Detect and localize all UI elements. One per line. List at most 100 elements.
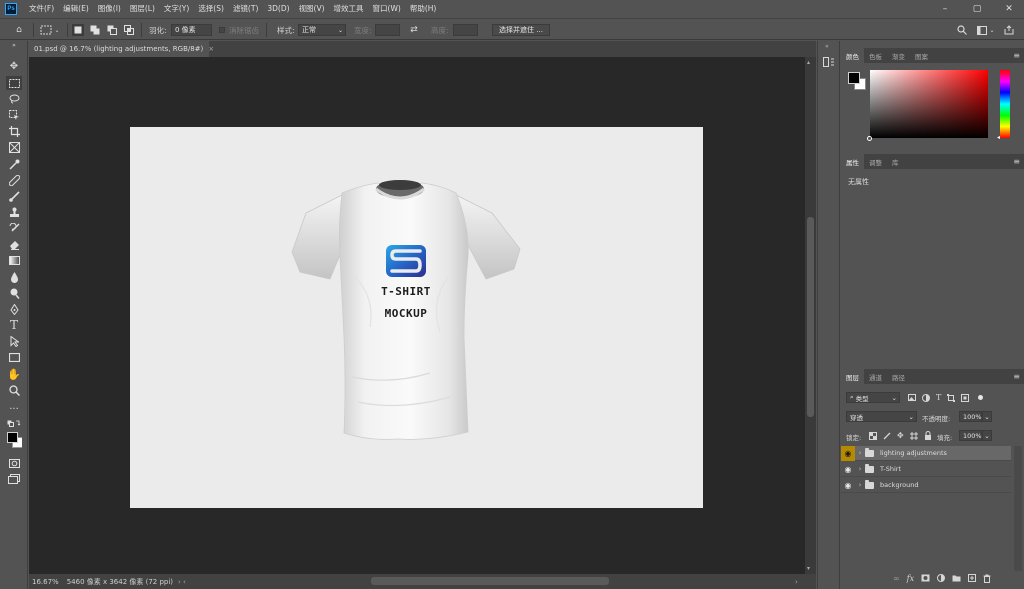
- maximize-icon[interactable]: ▢: [962, 0, 992, 17]
- history-brush-tool-icon[interactable]: [6, 221, 22, 235]
- chevron-right-icon[interactable]: ›: [178, 578, 181, 586]
- quick-mask-icon[interactable]: [6, 456, 22, 470]
- tab-swatches[interactable]: 色板: [864, 48, 887, 63]
- menu-edit[interactable]: 编辑(E): [63, 3, 89, 14]
- filter-smart-object-icon[interactable]: [961, 393, 970, 402]
- lasso-tool-icon[interactable]: [6, 92, 22, 106]
- scroll-down-icon[interactable]: ▾: [807, 565, 810, 572]
- blur-tool-icon[interactable]: [6, 270, 22, 284]
- lock-position-icon[interactable]: ✥: [897, 431, 904, 440]
- marquee-tool-icon[interactable]: [6, 76, 22, 90]
- select-and-mask-button[interactable]: 选择并遮住 ...: [492, 24, 550, 36]
- style-select[interactable]: 正常 ⌄: [298, 24, 346, 36]
- share-icon[interactable]: [1003, 24, 1015, 36]
- menu-filter[interactable]: 滤镜(T): [233, 3, 258, 14]
- fx-icon[interactable]: fx: [907, 574, 914, 583]
- close-tab-icon[interactable]: ×: [208, 45, 214, 53]
- scroll-left-icon[interactable]: ‹: [183, 578, 186, 586]
- expand-chevron-icon[interactable]: ›: [855, 465, 865, 473]
- frame-tool-icon[interactable]: [6, 140, 22, 154]
- zoom-level[interactable]: 16.67%: [32, 578, 59, 586]
- color-picker-marker[interactable]: [867, 136, 872, 141]
- panel-menu-icon[interactable]: ≡: [1013, 51, 1020, 60]
- fill-dropdown-icon[interactable]: ⌄: [982, 430, 992, 441]
- lock-all-icon[interactable]: [924, 431, 932, 440]
- filter-toggle-icon[interactable]: [978, 395, 984, 400]
- menu-view[interactable]: 视图(V): [299, 3, 325, 14]
- menu-layer[interactable]: 图层(L): [130, 3, 155, 14]
- vertical-scrollbar[interactable]: ▴ ▾: [805, 57, 816, 574]
- panel-menu-icon[interactable]: ≡: [1013, 157, 1020, 166]
- foreground-background-colors[interactable]: [6, 430, 22, 450]
- menu-plugins[interactable]: 增效工具: [334, 3, 364, 14]
- panel-menu-icon[interactable]: ≡: [1013, 372, 1020, 381]
- layer-row-lighting-adjustments[interactable]: ◉ › lighting adjustments: [841, 445, 1011, 461]
- dodge-tool-icon[interactable]: [6, 286, 22, 300]
- rectangle-tool-icon[interactable]: [6, 350, 22, 364]
- visibility-eye-icon[interactable]: ◉: [841, 478, 855, 493]
- fg-bg-color-swatch[interactable]: [848, 72, 868, 92]
- filter-adjustment-icon[interactable]: [922, 393, 930, 402]
- lock-pixels-icon[interactable]: [883, 432, 891, 440]
- collapse-arrows-icon[interactable]: «: [825, 43, 829, 50]
- blend-mode-select[interactable]: 穿透 ⌄: [846, 411, 917, 422]
- subtract-selection-icon[interactable]: [106, 24, 118, 36]
- menu-file[interactable]: 文件(F): [29, 3, 54, 14]
- visibility-eye-icon[interactable]: ◉: [841, 445, 855, 461]
- layers-scrollbar[interactable]: [1014, 446, 1022, 571]
- link-layers-icon[interactable]: ∞: [893, 574, 900, 583]
- delete-layer-icon[interactable]: [983, 574, 991, 583]
- antialias-checkbox[interactable]: [219, 27, 225, 33]
- tab-libraries[interactable]: 库: [887, 154, 904, 169]
- collapse-arrows-icon[interactable]: »: [6, 42, 22, 50]
- color-field[interactable]: [867, 70, 988, 141]
- opacity-input[interactable]: 100%: [959, 411, 982, 422]
- new-adjustment-layer-icon[interactable]: [937, 574, 946, 582]
- swap-colors-icon[interactable]: [6, 419, 22, 429]
- width-input[interactable]: [375, 24, 400, 36]
- layer-row-tshirt[interactable]: ◉ › T-Shirt: [841, 462, 1011, 477]
- search-icon[interactable]: [956, 24, 968, 36]
- history-panel-icon[interactable]: [823, 57, 835, 69]
- feather-input[interactable]: 0 像素: [171, 24, 212, 36]
- vertical-scroll-thumb[interactable]: [807, 217, 814, 417]
- hand-tool-icon[interactable]: ✋: [6, 367, 22, 381]
- add-mask-icon[interactable]: [921, 574, 930, 582]
- tab-patterns[interactable]: 图案: [910, 48, 933, 63]
- clone-stamp-tool-icon[interactable]: [6, 205, 22, 219]
- menu-type[interactable]: 文字(Y): [164, 3, 189, 14]
- menu-3d[interactable]: 3D(D): [267, 4, 289, 13]
- pen-tool-icon[interactable]: [6, 302, 22, 316]
- new-group-icon[interactable]: [952, 574, 961, 582]
- tab-layers[interactable]: 图层: [841, 369, 864, 384]
- add-selection-icon[interactable]: [89, 24, 101, 36]
- menu-help[interactable]: 帮助(H): [410, 3, 437, 14]
- workspace-icon[interactable]: ⌄: [976, 24, 996, 36]
- crop-tool-icon[interactable]: [6, 124, 22, 138]
- height-input[interactable]: [453, 24, 478, 36]
- close-icon[interactable]: ✕: [994, 0, 1024, 17]
- lock-transparent-icon[interactable]: [869, 431, 877, 440]
- opacity-dropdown-icon[interactable]: ⌄: [982, 411, 992, 422]
- home-icon[interactable]: ⌂: [13, 24, 25, 36]
- object-select-tool-icon[interactable]: [6, 108, 22, 122]
- tab-paths[interactable]: 路径: [887, 369, 910, 384]
- zoom-tool-icon[interactable]: [6, 383, 22, 397]
- move-tool-icon[interactable]: ✥: [6, 60, 22, 74]
- gradient-tool-icon[interactable]: [6, 253, 22, 267]
- marquee-preset-icon[interactable]: ⌄: [40, 24, 60, 36]
- scroll-up-icon[interactable]: ▴: [807, 59, 810, 66]
- swap-icon[interactable]: ⇄: [408, 24, 420, 36]
- fill-input[interactable]: 100%: [959, 430, 982, 441]
- tab-channels[interactable]: 通道: [864, 369, 887, 384]
- filter-pixel-icon[interactable]: [908, 394, 916, 401]
- layer-row-background[interactable]: ◉ › background: [841, 478, 1011, 493]
- eraser-tool-icon[interactable]: [6, 237, 22, 251]
- eyedropper-tool-icon[interactable]: [6, 157, 22, 171]
- more-tools-icon[interactable]: ···: [6, 403, 22, 417]
- menu-image[interactable]: 图像(I): [98, 3, 121, 14]
- expand-chevron-icon[interactable]: ›: [855, 449, 865, 457]
- tab-gradients[interactable]: 渐变: [887, 48, 910, 63]
- tab-properties[interactable]: 属性: [841, 154, 864, 169]
- brush-tool-icon[interactable]: [6, 189, 22, 203]
